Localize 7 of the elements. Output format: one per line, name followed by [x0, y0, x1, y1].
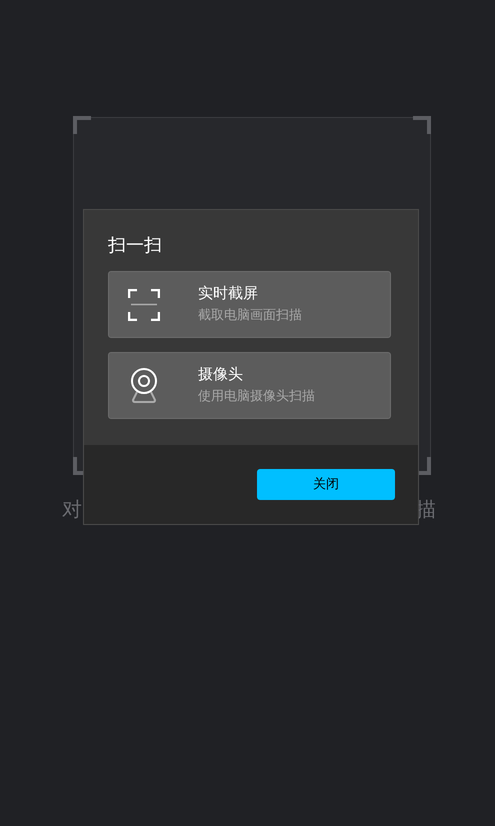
close-button[interactable]: 关闭: [257, 469, 395, 500]
scan-option[interactable]: 实时截屏 截取电脑画面扫描: [108, 271, 391, 338]
scan-icon: [128, 288, 160, 320]
camera-icon: [130, 368, 158, 404]
caption-text: 对: [62, 496, 82, 522]
scan-option[interactable]: 摄像头 使用电脑摄像头扫描: [108, 352, 391, 419]
dialog-title: 扫一扫: [108, 234, 163, 258]
